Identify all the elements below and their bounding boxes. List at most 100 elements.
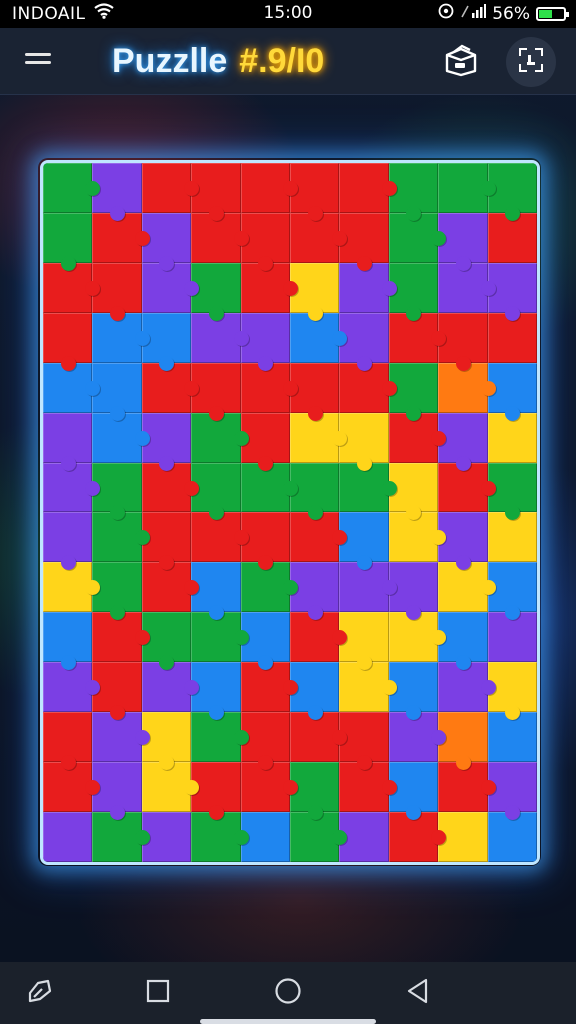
piece-tab [233,830,249,846]
piece-tab [283,380,298,396]
piece-tab [208,705,224,721]
piece-tab [381,180,397,196]
piece-tab [431,430,447,446]
back-triangle-icon [404,977,432,1009]
puzzle-piece[interactable] [43,163,101,213]
piece-tab [283,780,298,796]
piece-tab [134,330,150,346]
overview-button[interactable] [138,973,178,1013]
piece-tab [307,305,323,321]
system-nav-bar [0,962,576,1024]
puzzle-piece[interactable] [43,212,93,271]
piece-tab [505,305,521,321]
piece-tab [233,330,249,346]
piece-tab [208,805,224,821]
piece-tab [505,405,521,421]
home-circle-icon [273,976,303,1010]
puzzle-piece[interactable] [43,712,93,771]
piece-tab [431,230,447,246]
puzzle-piece[interactable] [43,512,93,571]
piece-tab [85,480,101,496]
piece-tab [480,780,496,796]
piece-tab [381,280,397,296]
hint-button[interactable] [506,37,556,87]
puzzle-piece[interactable] [43,412,93,471]
piece-tab [480,380,496,396]
piece-tab [110,205,126,221]
battery-icon [536,6,569,21]
battery-fill [539,9,552,18]
piece-tab [283,180,298,196]
piece-tab [431,330,447,346]
grid-hint-icon [515,44,547,80]
recent-apps-button[interactable] [20,973,60,1013]
piece-tab [455,355,471,371]
piece-tab [110,405,126,421]
page-title: Puzzlle #.9/I0 [112,42,324,81]
piece-tab [110,305,126,321]
piece-tab [184,280,200,296]
home-button[interactable] [268,973,308,1013]
piece-tab [208,305,224,321]
piece-tab [480,580,496,596]
puzzle-board[interactable] [40,160,540,865]
piece-tab [283,480,298,496]
piece-tab [307,705,323,721]
piece-tab [208,405,224,421]
piece-tab [307,205,323,221]
puzzle-piece[interactable] [43,612,93,671]
back-button[interactable] [398,973,438,1013]
piece-tab [381,380,397,396]
piece-tab [455,755,471,771]
piece-tab [134,730,150,746]
piece-tab [184,480,200,496]
piece-tab [233,630,249,646]
piece-tab [60,655,76,671]
puzzle-piece[interactable] [240,163,298,213]
hamburger-menu-icon [24,50,54,72]
piece-tab [455,455,471,471]
puzzle-piece[interactable] [339,163,397,213]
recent-apps-icon [24,975,56,1011]
piece-tab [480,680,496,696]
puzzle-piece[interactable] [43,812,93,862]
title-word: Puzzlle [112,42,228,80]
piece-tab [233,430,249,446]
piece-tab [159,455,175,471]
piece-tab [455,255,471,271]
piece-tab [332,430,348,446]
piece-tab [357,255,373,271]
open-box-button[interactable] [436,37,486,87]
cast-icon [438,3,454,24]
piece-tab [233,530,249,546]
square-icon [145,978,171,1008]
app-header: Puzzlle #.9/I0 [0,28,576,95]
piece-tab [357,355,373,371]
piece-tab [60,355,76,371]
puzzle-piece[interactable] [438,163,496,213]
piece-tab [307,405,323,421]
piece-tab [480,280,496,296]
piece-tab [480,480,496,496]
piece-tab [85,380,101,396]
piece-tab [381,680,397,696]
piece-tab [307,605,323,621]
status-bar: INDOAIL 15:00 56% [0,0,576,28]
piece-tab [60,455,76,471]
piece-tab [357,455,373,471]
puzzle-piece[interactable] [141,163,200,213]
piece-tab [233,230,249,246]
piece-tab [283,280,298,296]
piece-tab [258,455,274,471]
signal-icon [460,3,487,24]
piece-tab [134,430,150,446]
piece-tab [184,380,200,396]
piece-tab [381,780,397,796]
home-indicator[interactable] [200,1019,376,1024]
hamburger-menu-button[interactable] [14,39,64,83]
game-screen: INDOAIL 15:00 56% Puzzlle #.9/I0 [0,0,576,1024]
puzzle-piece[interactable] [43,312,93,371]
status-right: 56% [438,3,569,24]
open-box-icon [442,43,480,81]
piece-tab [381,480,397,496]
